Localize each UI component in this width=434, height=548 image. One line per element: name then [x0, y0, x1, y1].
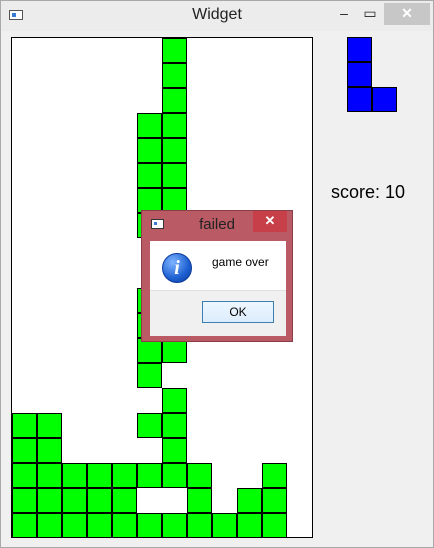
- dialog-message: game over: [212, 255, 269, 269]
- maximize-button[interactable]: ▭: [357, 3, 383, 25]
- board-block: [237, 513, 262, 538]
- game-window: Widget ‒ ▭ ✕ score: 10 failed ✕ i game o…: [0, 0, 434, 548]
- info-icon: i: [162, 253, 192, 283]
- board-block: [87, 463, 112, 488]
- board-block: [12, 463, 37, 488]
- board-block: [137, 163, 162, 188]
- dialog-body: i game over OK: [150, 241, 286, 336]
- board-block: [37, 463, 62, 488]
- board-block: [37, 513, 62, 538]
- board-block: [162, 138, 187, 163]
- title-bar[interactable]: Widget ‒ ▭ ✕: [1, 1, 433, 31]
- board-block: [62, 488, 87, 513]
- board-block: [12, 513, 37, 538]
- board-block: [137, 138, 162, 163]
- board-block: [137, 463, 162, 488]
- board-block: [37, 413, 62, 438]
- board-block: [62, 463, 87, 488]
- minimize-button[interactable]: ‒: [331, 3, 357, 25]
- board-block: [37, 488, 62, 513]
- board-block: [162, 38, 187, 63]
- board-block: [137, 363, 162, 388]
- board-block: [112, 463, 137, 488]
- board-block: [112, 513, 137, 538]
- board-block: [12, 488, 37, 513]
- close-button[interactable]: ✕: [384, 3, 430, 25]
- board-block: [37, 438, 62, 463]
- board-block: [187, 513, 212, 538]
- next-piece-block: [347, 62, 372, 87]
- board-block: [162, 413, 187, 438]
- board-block: [137, 413, 162, 438]
- board-block: [12, 438, 37, 463]
- board-block: [262, 463, 287, 488]
- dialog-app-icon: [151, 219, 164, 229]
- board-block: [212, 513, 237, 538]
- board-block: [187, 488, 212, 513]
- dialog-footer: OK: [150, 290, 286, 336]
- board-block: [12, 413, 37, 438]
- board-block: [187, 463, 212, 488]
- board-block: [162, 113, 187, 138]
- next-piece-block: [347, 37, 372, 62]
- board-block: [162, 88, 187, 113]
- board-block: [162, 513, 187, 538]
- board-block: [112, 488, 137, 513]
- board-block: [262, 488, 287, 513]
- board-block: [237, 488, 262, 513]
- board-block: [162, 463, 187, 488]
- board-block: [87, 513, 112, 538]
- dialog-title: failed: [199, 216, 235, 233]
- board-block: [87, 488, 112, 513]
- board-block: [262, 513, 287, 538]
- next-piece-block: [347, 87, 372, 112]
- dialog-close-button[interactable]: ✕: [253, 211, 287, 232]
- board-block: [162, 163, 187, 188]
- next-piece-preview: [347, 37, 422, 112]
- score-label: score: 10: [331, 182, 406, 202]
- next-piece-block: [372, 87, 397, 112]
- board-block: [162, 63, 187, 88]
- board-block: [162, 438, 187, 463]
- board-block: [137, 113, 162, 138]
- game-over-dialog: failed ✕ i game over OK: [141, 210, 293, 342]
- board-block: [162, 388, 187, 413]
- board-block: [62, 513, 87, 538]
- ok-button[interactable]: OK: [202, 301, 274, 323]
- board-block: [137, 513, 162, 538]
